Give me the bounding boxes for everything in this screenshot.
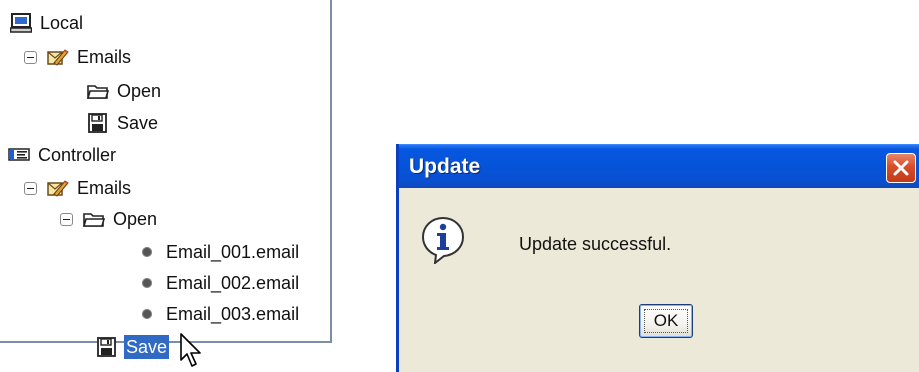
close-icon — [893, 160, 909, 176]
focus-ring — [644, 309, 688, 333]
dialog-titlebar[interactable]: Update — [399, 144, 919, 188]
collapse-toggle-icon[interactable] — [60, 212, 73, 226]
tree-node-controller[interactable]: Controller — [8, 140, 118, 170]
tree-node-file[interactable]: Email_002.email — [142, 268, 301, 298]
tree-node-controller-open[interactable]: Open — [60, 204, 159, 234]
controller-icon — [8, 148, 30, 161]
tree-node-file[interactable]: Email_001.email — [142, 237, 301, 267]
collapse-toggle-icon[interactable] — [24, 181, 37, 195]
tree-node-label: Emails — [77, 47, 132, 67]
tree-node-label: Emails — [77, 178, 132, 198]
dialog-message: Update successful. — [519, 234, 672, 254]
tree-panel: Local Emails Open Save Controller Emails… — [0, 0, 332, 359]
open-folder-icon — [87, 85, 109, 99]
floppy-disk-icon — [88, 113, 107, 133]
email-pencil-icon — [47, 180, 69, 197]
open-folder-icon — [83, 213, 105, 227]
computer-icon — [10, 13, 32, 33]
tree-node-controller-emails[interactable]: Emails — [24, 173, 133, 203]
floppy-disk-icon — [97, 337, 116, 357]
tree-node-label: Email_002.email — [166, 273, 300, 293]
update-dialog: Update Update successful. OK — [396, 144, 919, 372]
email-pencil-icon — [47, 49, 69, 66]
tree-node-label-selected: Save — [124, 335, 170, 359]
tree-node-local-save[interactable]: Save — [87, 108, 160, 138]
tree-node-label: Local — [40, 13, 84, 33]
tree-node-label: Save — [117, 113, 159, 133]
tree-node-label: Email_001.email — [166, 242, 300, 262]
bullet-icon — [142, 247, 152, 257]
tree-node-label: Open — [117, 81, 162, 101]
mouse-cursor-icon — [180, 333, 201, 367]
tree-node-local-open[interactable]: Open — [87, 76, 163, 106]
tree-node-local-emails[interactable]: Emails — [24, 42, 133, 72]
tree-node-local[interactable]: Local — [10, 8, 85, 38]
ok-button[interactable]: OK — [639, 304, 693, 338]
tree-node-label: Controller — [38, 145, 117, 165]
collapse-toggle-icon[interactable] — [24, 50, 37, 64]
info-icon — [421, 216, 465, 264]
dialog-title: Update — [409, 155, 481, 178]
tree-node-label: Open — [113, 209, 158, 229]
close-button[interactable] — [886, 153, 916, 183]
tree-node-controller-save[interactable]: Save — [96, 332, 170, 362]
tree-node-label: Email_003.email — [166, 304, 300, 324]
tree-node-file[interactable]: Email_003.email — [142, 299, 301, 329]
bullet-icon — [142, 309, 152, 319]
bullet-icon — [142, 278, 152, 288]
